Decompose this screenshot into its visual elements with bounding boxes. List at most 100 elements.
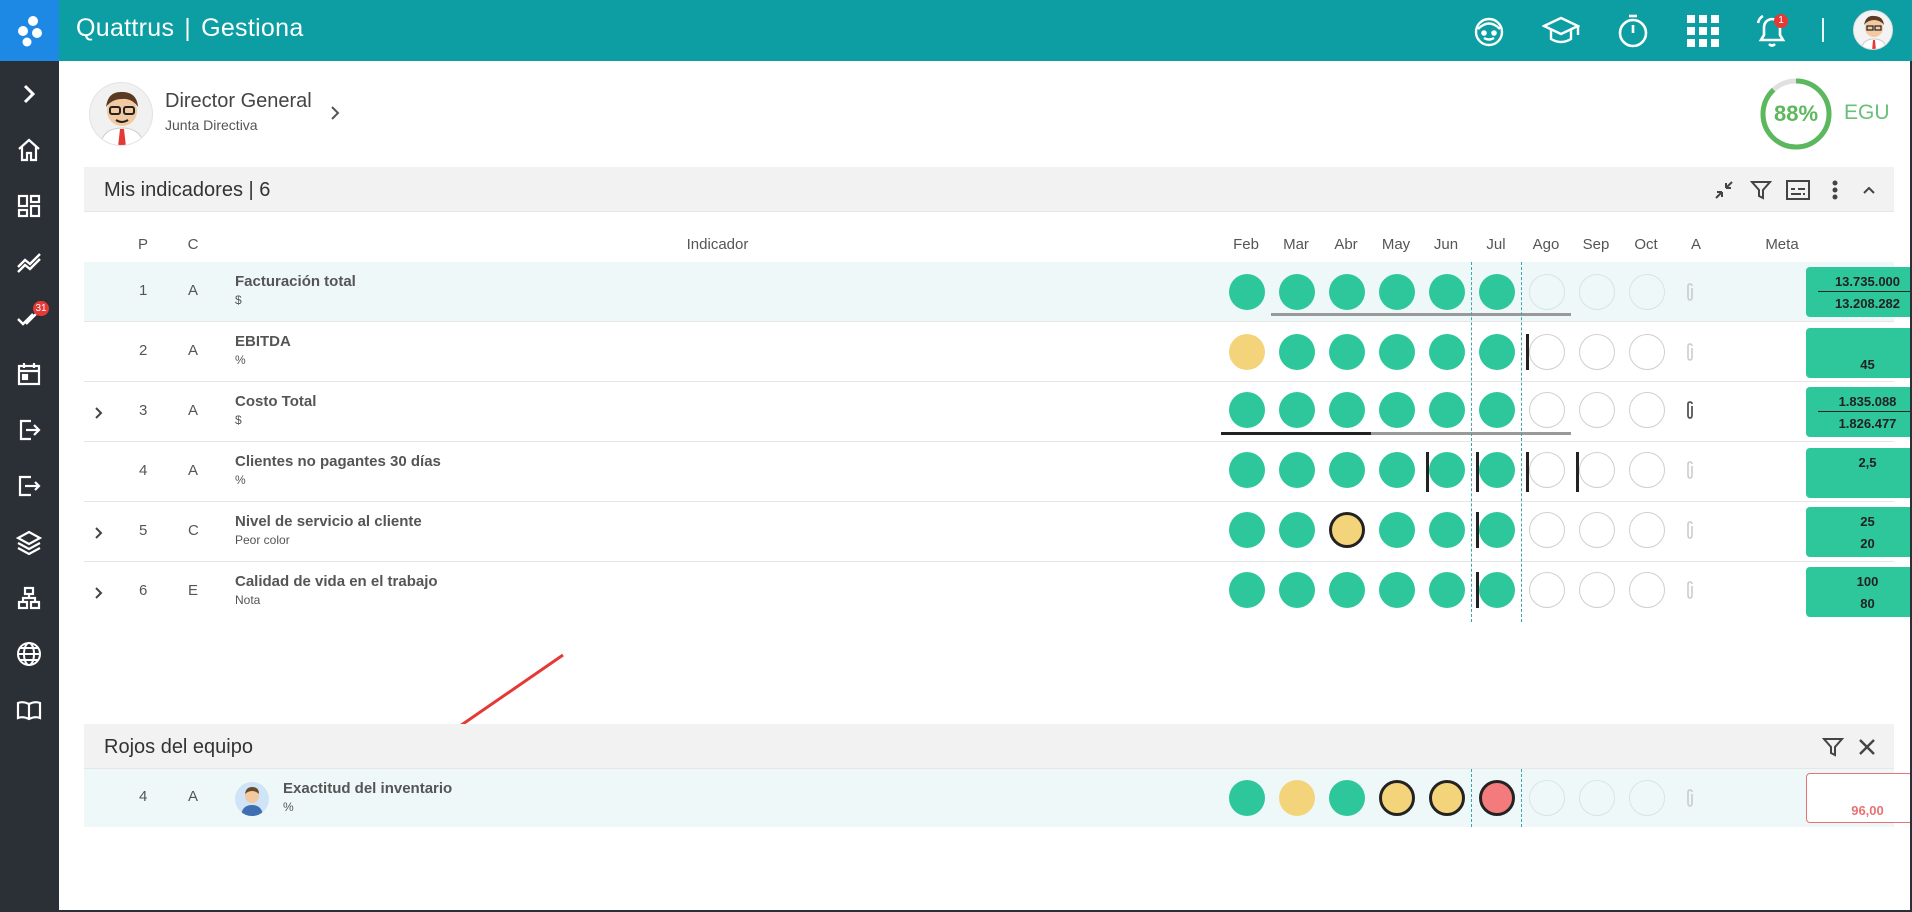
status-dot-jul[interactable]: [1479, 392, 1515, 428]
status-dot-oct[interactable]: [1629, 512, 1665, 548]
attachment-icon[interactable]: [1680, 342, 1700, 362]
status-dot-sep[interactable]: [1579, 512, 1615, 548]
status-dot-jun[interactable]: [1429, 392, 1465, 428]
indicator-row-5[interactable]: 5 C Nivel de servicio al cliente Peor co…: [84, 502, 1912, 562]
user-chevron-icon[interactable]: [328, 104, 342, 127]
owner-avatar[interactable]: [235, 782, 269, 816]
status-dot-ago[interactable]: [1529, 780, 1565, 816]
status-dot-oct[interactable]: [1629, 334, 1665, 370]
timer-icon[interactable]: [1614, 12, 1652, 50]
indicator-name[interactable]: Exactitud del inventario: [283, 780, 452, 797]
attachment-icon[interactable]: [1680, 460, 1700, 480]
status-dot-ago[interactable]: [1529, 572, 1565, 608]
status-dot-jul[interactable]: [1479, 512, 1515, 548]
status-dot-abr[interactable]: [1329, 572, 1365, 608]
status-dot-feb[interactable]: [1229, 512, 1265, 548]
status-dot-sep[interactable]: [1579, 452, 1615, 488]
indicator-row-4[interactable]: 4 A Clientes no pagantes 30 días % 2,5: [84, 442, 1912, 502]
meta-box[interactable]: 96,00: [1806, 773, 1912, 823]
apps-grid-icon[interactable]: [1684, 12, 1722, 50]
indicator-row-2[interactable]: 2 A EBITDA % 45: [84, 322, 1912, 382]
layers-icon[interactable]: [13, 526, 45, 558]
status-dot-may[interactable]: [1379, 334, 1415, 370]
status-dot-feb[interactable]: [1229, 780, 1265, 816]
status-dot-jul[interactable]: [1479, 274, 1515, 310]
notifications-bell-icon[interactable]: 1: [1753, 12, 1791, 50]
team-red-row-1[interactable]: 4 A Exactitud del inventario % 96,00: [84, 769, 1912, 827]
filter-icon[interactable]: [1819, 733, 1847, 761]
org-chart-icon[interactable]: [13, 582, 45, 614]
status-dot-jul[interactable]: [1479, 452, 1515, 488]
status-dot-abr[interactable]: [1329, 452, 1365, 488]
attachment-icon[interactable]: [1680, 400, 1700, 420]
top-user-avatar[interactable]: [1853, 10, 1893, 50]
meta-box[interactable]: 100 80: [1806, 567, 1912, 617]
globe-icon[interactable]: [13, 638, 45, 670]
section-menu-icon[interactable]: [1821, 176, 1849, 204]
status-dot-abr[interactable]: [1329, 334, 1365, 370]
trend-icon[interactable]: [13, 246, 45, 278]
meta-box[interactable]: 13.735.000 13.208.282: [1806, 267, 1912, 317]
status-dot-may[interactable]: [1379, 512, 1415, 548]
status-dot-mar[interactable]: [1279, 392, 1315, 428]
status-dot-feb[interactable]: [1229, 452, 1265, 488]
status-dot-feb[interactable]: [1229, 392, 1265, 428]
status-dot-sep[interactable]: [1579, 392, 1615, 428]
status-dot-jul[interactable]: [1479, 780, 1515, 816]
meta-box[interactable]: 2,5: [1806, 448, 1912, 498]
indicator-row-1[interactable]: 1 A Facturación total $ 13.735.000 13.20…: [84, 262, 1912, 322]
status-dot-jun[interactable]: [1429, 512, 1465, 548]
indicator-row-3[interactable]: 3 A Costo Total $ 1.835.088 1.826.477: [84, 382, 1912, 442]
status-dot-abr[interactable]: [1329, 512, 1365, 548]
meta-box[interactable]: 45: [1806, 328, 1912, 378]
status-dot-may[interactable]: [1379, 274, 1415, 310]
status-dot-jun[interactable]: [1429, 334, 1465, 370]
status-dot-oct[interactable]: [1629, 780, 1665, 816]
status-dot-ago[interactable]: [1529, 392, 1565, 428]
indicator-name[interactable]: Facturación total: [235, 273, 356, 290]
status-dot-sep[interactable]: [1579, 780, 1615, 816]
close-icon[interactable]: [1853, 733, 1881, 761]
dashboard-icon[interactable]: [13, 190, 45, 222]
home-icon[interactable]: [13, 134, 45, 166]
status-dot-may[interactable]: [1379, 392, 1415, 428]
status-dot-oct[interactable]: [1629, 392, 1665, 428]
status-dot-ago[interactable]: [1529, 452, 1565, 488]
status-dot-ago[interactable]: [1529, 334, 1565, 370]
user-avatar[interactable]: [89, 82, 153, 146]
status-dot-sep[interactable]: [1579, 334, 1615, 370]
graduation-cap-icon[interactable]: [1542, 12, 1580, 50]
status-dot-jun[interactable]: [1429, 452, 1465, 488]
expand-sidebar-icon[interactable]: [13, 78, 45, 110]
indicator-name[interactable]: Nivel de servicio al cliente: [235, 513, 422, 530]
status-dot-jul[interactable]: [1479, 334, 1515, 370]
status-dot-mar[interactable]: [1279, 274, 1315, 310]
attachment-icon[interactable]: [1680, 788, 1700, 808]
indicator-name[interactable]: EBITDA: [235, 333, 291, 350]
status-dot-mar[interactable]: [1279, 780, 1315, 816]
status-dot-may[interactable]: [1379, 452, 1415, 488]
indicator-row-6[interactable]: 6 E Calidad de vida en el trabajo Nota 1…: [84, 562, 1912, 622]
meta-box[interactable]: 1.835.088 1.826.477: [1806, 387, 1912, 437]
status-dot-abr[interactable]: [1329, 274, 1365, 310]
status-dot-feb[interactable]: [1229, 572, 1265, 608]
status-dot-mar[interactable]: [1279, 334, 1315, 370]
status-dot-jul[interactable]: [1479, 572, 1515, 608]
status-dot-sep[interactable]: [1579, 274, 1615, 310]
status-dot-ago[interactable]: [1529, 274, 1565, 310]
logout-icon[interactable]: [13, 414, 45, 446]
status-dot-may[interactable]: [1379, 572, 1415, 608]
exit-icon[interactable]: [13, 470, 45, 502]
status-dot-oct[interactable]: [1629, 452, 1665, 488]
expand-row-icon[interactable]: [94, 406, 104, 425]
support-icon[interactable]: [1470, 12, 1508, 50]
status-dot-ago[interactable]: [1529, 512, 1565, 548]
status-dot-feb[interactable]: [1229, 274, 1265, 310]
tasks-icon[interactable]: 31: [13, 301, 49, 334]
app-logo[interactable]: [0, 0, 59, 61]
filter-icon[interactable]: [1747, 176, 1775, 204]
indicator-name[interactable]: Calidad de vida en el trabajo: [235, 573, 438, 590]
book-icon[interactable]: [13, 694, 45, 726]
indicator-name[interactable]: Costo Total: [235, 393, 316, 410]
meta-box[interactable]: 25 20: [1806, 507, 1912, 557]
